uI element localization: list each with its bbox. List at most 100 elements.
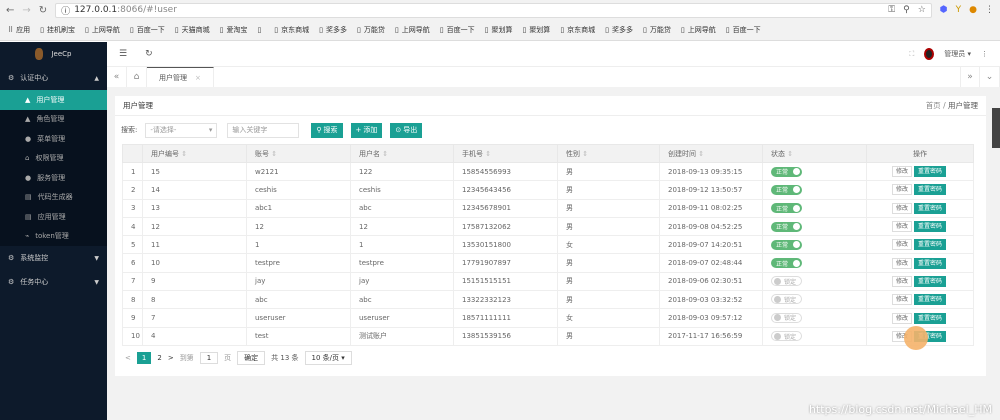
status-toggle[interactable]: 正常 <box>771 239 802 250</box>
bookmark-item[interactable]: ▯ 上网导航 <box>395 25 430 35</box>
edit-button[interactable]: 修改 <box>891 239 912 251</box>
info-icon[interactable]: ⓘ <box>61 4 70 17</box>
search-field-select[interactable]: -请选择- ▾ <box>145 122 218 138</box>
status-toggle[interactable]: 正常 <box>771 203 802 214</box>
keyword-input[interactable]: 输入关键字 <box>227 122 300 138</box>
bookmark-item[interactable]: ▯ <box>257 26 264 34</box>
address-bar[interactable]: ⓘ 127.0.0.1:8066/#!user ⚿ ⚲ ☆ <box>55 2 932 18</box>
edit-button[interactable]: 修改 <box>891 312 912 324</box>
edit-button[interactable]: 修改 <box>891 184 912 196</box>
zoom-icon[interactable]: ⚲ <box>903 5 910 15</box>
sidebar-item[interactable]: ⌂ 权限管理 <box>0 149 107 169</box>
column-header[interactable]: 用户名 ⇕ <box>350 144 454 163</box>
extension-icon[interactable]: ⬢ <box>940 5 948 15</box>
sidebar-item[interactable]: ▲ 用户管理 <box>0 90 107 110</box>
sidebar-group-tasks[interactable]: ⚙ 任务中心 ▼ <box>0 270 107 294</box>
reset-password-button[interactable]: 重置密码 <box>914 239 947 251</box>
sort-icon[interactable]: ⇕ <box>787 150 793 158</box>
sidebar-item[interactable]: ▲ 角色管理 <box>0 110 107 130</box>
column-header[interactable]: 手机号 ⇕ <box>453 144 558 163</box>
chevron-down-icon[interactable]: ⌄ <box>980 67 1000 87</box>
reload-icon[interactable]: ↻ <box>39 5 47 16</box>
sidebar-group-monitor[interactable]: ⚙ 系统监控 ▼ <box>0 246 107 270</box>
status-toggle[interactable]: 正常 <box>771 258 802 269</box>
bookmark-item[interactable]: ▯ 京东商城 <box>274 25 309 35</box>
edit-button[interactable]: 修改 <box>891 294 912 306</box>
search-button[interactable]: ⚲ 搜索 <box>311 122 343 138</box>
status-toggle[interactable]: 锁定 <box>771 312 802 323</box>
key-icon[interactable]: ⚿ <box>888 5 895 15</box>
sidebar-item[interactable]: ⌁ token管理 <box>0 227 107 247</box>
bookmark-item[interactable]: ▯ 爱淘宝 <box>220 25 248 35</box>
bookmark-item[interactable]: ▯ 奖多多 <box>319 25 347 35</box>
avatar[interactable] <box>924 48 935 60</box>
edit-button[interactable]: 修改 <box>891 221 912 233</box>
goto-input[interactable]: 1 <box>199 351 219 364</box>
reset-password-button[interactable]: 重置密码 <box>914 275 947 287</box>
page-1[interactable]: 1 <box>136 351 152 364</box>
sort-icon[interactable]: ⇕ <box>382 150 388 158</box>
reset-password-button[interactable]: 重置密码 <box>914 166 947 178</box>
forward-icon[interactable]: → <box>22 5 30 16</box>
close-icon[interactable]: × <box>195 74 201 82</box>
sidebar-item[interactable]: ▤ 代码生成器 <box>0 188 107 208</box>
sort-icon[interactable]: ⇕ <box>181 150 187 158</box>
floating-widget[interactable] <box>904 326 928 350</box>
bookmark-item[interactable]: ▯ 聚划算 <box>522 25 550 35</box>
page-2[interactable]: 2 <box>157 354 161 362</box>
scrollbar[interactable] <box>992 108 1000 148</box>
column-header[interactable]: 性别 ⇕ <box>557 144 660 163</box>
more-icon[interactable]: ⋮ <box>981 50 988 58</box>
sort-icon[interactable]: ⇕ <box>271 150 277 158</box>
reset-password-button[interactable]: 重置密码 <box>914 257 947 269</box>
bookmark-item[interactable]: ▯ 万能贷 <box>643 25 671 35</box>
next-page[interactable]: > <box>168 354 174 362</box>
bookmark-item[interactable]: ▯ 百度一下 <box>440 25 475 35</box>
sort-icon[interactable]: ⇕ <box>582 150 588 158</box>
bookmark-item[interactable]: ▯ 奖多多 <box>605 25 633 35</box>
column-header[interactable]: 状态 ⇕ <box>762 144 867 163</box>
reset-password-button[interactable]: 重置密码 <box>914 184 947 196</box>
cookie-icon[interactable]: ● <box>969 5 977 15</box>
sort-icon[interactable]: ⇕ <box>698 150 704 158</box>
column-header[interactable]: 用户编号 ⇕ <box>142 144 247 163</box>
status-toggle[interactable]: 正常 <box>771 184 802 195</box>
bookmark-item[interactable]: ⠿ 应用 <box>8 25 30 35</box>
breadcrumb-home[interactable]: 首页 <box>926 101 941 110</box>
status-toggle[interactable]: 正常 <box>771 166 802 177</box>
fullscreen-icon[interactable]: ⛶ <box>909 50 914 59</box>
export-button[interactable]: ⊙ 导出 <box>390 122 423 138</box>
edit-button[interactable]: 修改 <box>891 257 912 269</box>
user-menu[interactable]: 管理员 ▾ <box>944 49 971 59</box>
status-toggle[interactable]: 锁定 <box>771 276 802 287</box>
bookmark-item[interactable]: ▯ 天猫商城 <box>175 25 210 35</box>
bookmark-item[interactable]: ▯ 百度一下 <box>726 25 761 35</box>
status-toggle[interactable]: 正常 <box>771 221 802 232</box>
sidebar-item[interactable]: ● 菜单管理 <box>0 129 107 149</box>
bookmark-item[interactable]: ▯ 上网导航 <box>85 25 120 35</box>
column-header[interactable]: 创建时间 ⇕ <box>659 144 763 163</box>
refresh-icon[interactable]: ↻ <box>145 49 153 59</box>
tab-user-management[interactable]: 用户管理 × <box>147 67 214 87</box>
back-icon[interactable]: ← <box>6 5 14 16</box>
bookmark-item[interactable]: ▯ 挂机刷宝 <box>40 25 75 35</box>
bookmark-item[interactable]: ▯ 百度一下 <box>130 25 165 35</box>
prev-page[interactable]: < <box>125 354 131 362</box>
scroll-right-icon[interactable]: » <box>960 67 980 87</box>
scroll-left-icon[interactable]: « <box>107 67 127 87</box>
reset-password-button[interactable]: 重置密码 <box>914 202 947 214</box>
edit-button[interactable]: 修改 <box>891 275 912 287</box>
sidebar-item[interactable]: ▤ 应用管理 <box>0 207 107 227</box>
status-toggle[interactable]: 锁定 <box>771 294 802 305</box>
reset-password-button[interactable]: 重置密码 <box>914 294 947 306</box>
sort-icon[interactable]: ⇕ <box>485 150 491 158</box>
menu-icon[interactable]: ⋮ <box>985 5 994 15</box>
add-button[interactable]: + 添加 <box>350 122 383 138</box>
sidebar-item[interactable]: ● 服务管理 <box>0 168 107 188</box>
page-size-select[interactable]: 10 条/页 ▾ <box>304 350 352 365</box>
bookmark-item[interactable]: ▯ 上网导航 <box>681 25 716 35</box>
bookmark-item[interactable]: ▯ 万能贷 <box>357 25 385 35</box>
menu-toggle-icon[interactable]: ☰ <box>119 49 127 59</box>
column-header[interactable]: 账号 ⇕ <box>246 144 351 163</box>
goto-confirm-button[interactable]: 确定 <box>237 350 266 365</box>
